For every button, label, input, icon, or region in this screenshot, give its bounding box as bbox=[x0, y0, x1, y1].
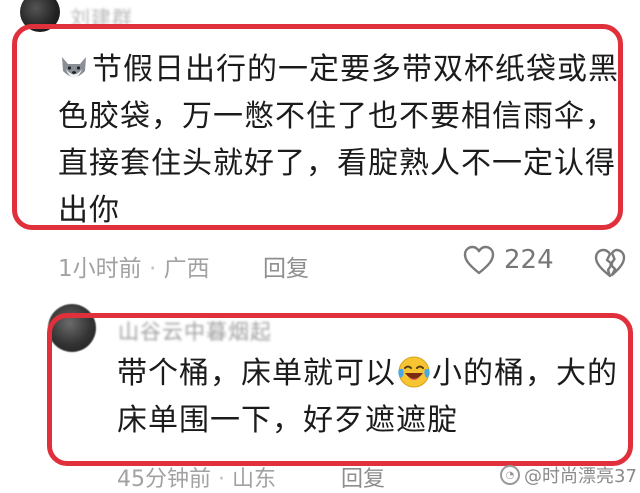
meta-separator: · bbox=[218, 467, 225, 492]
comment-location: 山东 bbox=[232, 467, 277, 492]
comment-line-text: 带个桶，床单就可以 bbox=[117, 356, 396, 391]
comment-line: 直接套住头就好了，看腚熟人不一定认得 bbox=[58, 146, 616, 181]
comment-location: 广西 bbox=[163, 256, 210, 282]
comment-text: 节假日出行的一定要多带双杯纸袋或黑 色胶袋，万一憋不住了也不要相信雨伞， 直接套… bbox=[58, 46, 618, 234]
laughing-tears-emoji-icon bbox=[398, 356, 430, 388]
comment-text: 带个桶，床单就可以 小的桶，大的 床单围一下，好歹遮遮腚 bbox=[117, 350, 627, 444]
comment-time: 45分钟前 bbox=[117, 467, 211, 492]
broken-heart-icon bbox=[594, 248, 626, 278]
reply-button[interactable]: 回复 bbox=[341, 461, 385, 493]
watermark: ◔ @时尚漂亮37 bbox=[500, 462, 637, 488]
comment-line: 带个桶，床单就可以 小的桶，大的 bbox=[117, 350, 627, 397]
comment-time: 1小时前 bbox=[58, 256, 142, 282]
comment-meta: 45分钟前 · 山东 bbox=[117, 461, 276, 493]
dog-face-emoji-icon bbox=[62, 57, 86, 78]
watermark-logo-icon: ◔ bbox=[500, 465, 520, 485]
comment-meta: 1小时前 · 广西 bbox=[58, 249, 210, 283]
watermark-text: @时尚漂亮37 bbox=[524, 466, 637, 487]
reply-button[interactable]: 回复 bbox=[263, 249, 309, 283]
heart-icon bbox=[463, 245, 495, 275]
comment-line: 出你 bbox=[58, 193, 120, 228]
dislike-button[interactable] bbox=[593, 247, 627, 283]
comment-line: 节假日出行的一定要多带双杯纸袋或黑 bbox=[58, 46, 618, 93]
like-button[interactable]: 224 bbox=[462, 244, 554, 276]
meta-separator: · bbox=[148, 256, 157, 282]
comment-line: 床单围一下，好歹遮遮腚 bbox=[117, 403, 458, 438]
comment-line-text: 小的桶，大的 bbox=[432, 356, 618, 391]
comment-line-text: 节假日出行的一定要多带双杯纸袋或黑 bbox=[92, 52, 619, 87]
like-count: 224 bbox=[504, 245, 554, 275]
comment-line: 色胶袋，万一憋不住了也不要相信雨伞， bbox=[58, 99, 616, 134]
